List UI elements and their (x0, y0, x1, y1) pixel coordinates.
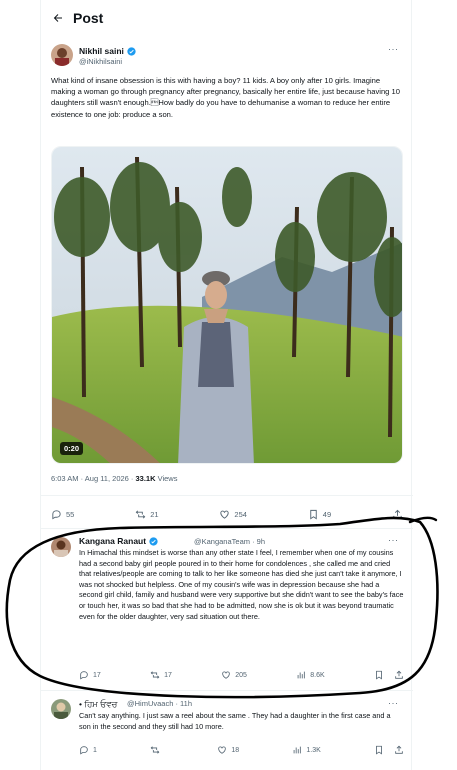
like-icon (220, 510, 230, 519)
verified-icon (149, 536, 158, 546)
views-label: Views (155, 474, 178, 483)
more-icon[interactable]: ··· (388, 535, 399, 545)
reply-handle[interactable]: @KanganaTeam · 9h (194, 537, 265, 546)
repost-button[interactable] (150, 745, 164, 755)
reply-icon (80, 671, 88, 680)
avatar[interactable] (51, 44, 73, 66)
post-actions: 55 21 254 49 (51, 506, 403, 522)
like-icon (218, 746, 227, 754)
reply-author-name[interactable]: Kangana Ranaut (79, 536, 158, 546)
share-button[interactable] (392, 509, 403, 520)
reply-author-name[interactable]: • ਹਿਮ ਓਵਚ (79, 699, 117, 710)
repost-icon (150, 671, 160, 679)
bookmark-button[interactable] (374, 670, 384, 680)
divider (41, 495, 413, 496)
bookmark-icon (376, 745, 382, 755)
share-icon (393, 509, 402, 519)
author-name[interactable]: Nikhil saini (79, 46, 136, 56)
bookmark-button[interactable] (374, 745, 384, 755)
views-count: 33.1K (135, 474, 156, 483)
page-title: Post (73, 10, 104, 26)
post-text: What kind of insane obsession is this wi… (51, 76, 400, 119)
like-button[interactable]: 254 (219, 509, 247, 520)
share-button[interactable] (394, 745, 404, 755)
avatar[interactable] (51, 537, 71, 557)
like-count: 18 (231, 746, 240, 754)
like-icon (222, 671, 230, 679)
divider (41, 690, 413, 691)
share-icon (395, 745, 403, 754)
repost-button[interactable]: 17 (150, 670, 172, 680)
views-button[interactable]: 8.6K (296, 670, 325, 680)
video-thumbnail (52, 147, 402, 463)
share-icon (395, 670, 403, 679)
repost-icon (135, 510, 146, 518)
reply-count: 1 (93, 746, 97, 754)
share-button[interactable] (394, 670, 404, 680)
reply-handle[interactable]: @HimUvaach · 11h (127, 699, 192, 708)
video-player[interactable]: 0:20 (51, 146, 403, 464)
like-button[interactable]: 205 (221, 670, 247, 680)
like-count: 205 (235, 671, 247, 679)
reply-count: 55 (66, 509, 75, 519)
reply-button[interactable]: 1 (79, 745, 97, 755)
repost-icon (150, 746, 160, 754)
reply-actions: 17 17 205 8.6K (79, 668, 404, 682)
reply-icon (52, 509, 61, 519)
reply-button[interactable]: 55 (51, 509, 74, 520)
more-icon[interactable]: ··· (388, 698, 399, 708)
reply-button[interactable]: 17 (79, 670, 101, 680)
like-count: 254 (234, 509, 247, 519)
views-count: 8.6K (310, 671, 325, 679)
reply-icon (80, 746, 88, 755)
post-timestamp[interactable]: 6:03 AM · Aug 11, 2026 · (51, 474, 136, 483)
more-icon[interactable]: ··· (388, 44, 399, 54)
repost-count: 21 (150, 509, 159, 519)
page-header: Post (41, 0, 413, 36)
reply-text: Can't say anything. I just saw a reel ab… (79, 711, 391, 731)
views-button[interactable]: 1.3K (292, 745, 321, 755)
avatar[interactable] (51, 699, 71, 719)
author-handle[interactable]: @iNikhilsaini (79, 57, 122, 66)
like-button[interactable]: 18 (217, 745, 239, 755)
reply-count: 17 (93, 671, 101, 679)
reply-author-name-text[interactable]: Kangana Ranaut (79, 536, 146, 546)
bookmark-count: 49 (322, 509, 332, 519)
video-duration: 0:20 (60, 442, 84, 455)
views-icon (294, 746, 302, 754)
divider (41, 528, 413, 529)
repost-count: 17 (164, 671, 172, 679)
bookmark-icon (310, 509, 317, 519)
post-meta: 6:03 AM · Aug 11, 2026 · 33.1K Views (51, 474, 177, 483)
bookmark-button[interactable]: 49 (308, 509, 331, 520)
author-name-text[interactable]: Nikhil saini (79, 46, 124, 56)
reply-actions: 1 18 1.3K (79, 743, 404, 757)
verified-icon (127, 46, 136, 56)
repost-button[interactable]: 21 (135, 509, 159, 520)
views-icon (297, 671, 306, 679)
reply-text: In Himachal this mindset is worse than a… (79, 548, 404, 621)
bookmark-icon (376, 670, 382, 680)
post-column: Post Nikhil saini @iNikhilsaini ··· What… (40, 0, 413, 770)
views-count: 1.3K (306, 746, 321, 754)
back-arrow-icon[interactable] (49, 9, 67, 27)
